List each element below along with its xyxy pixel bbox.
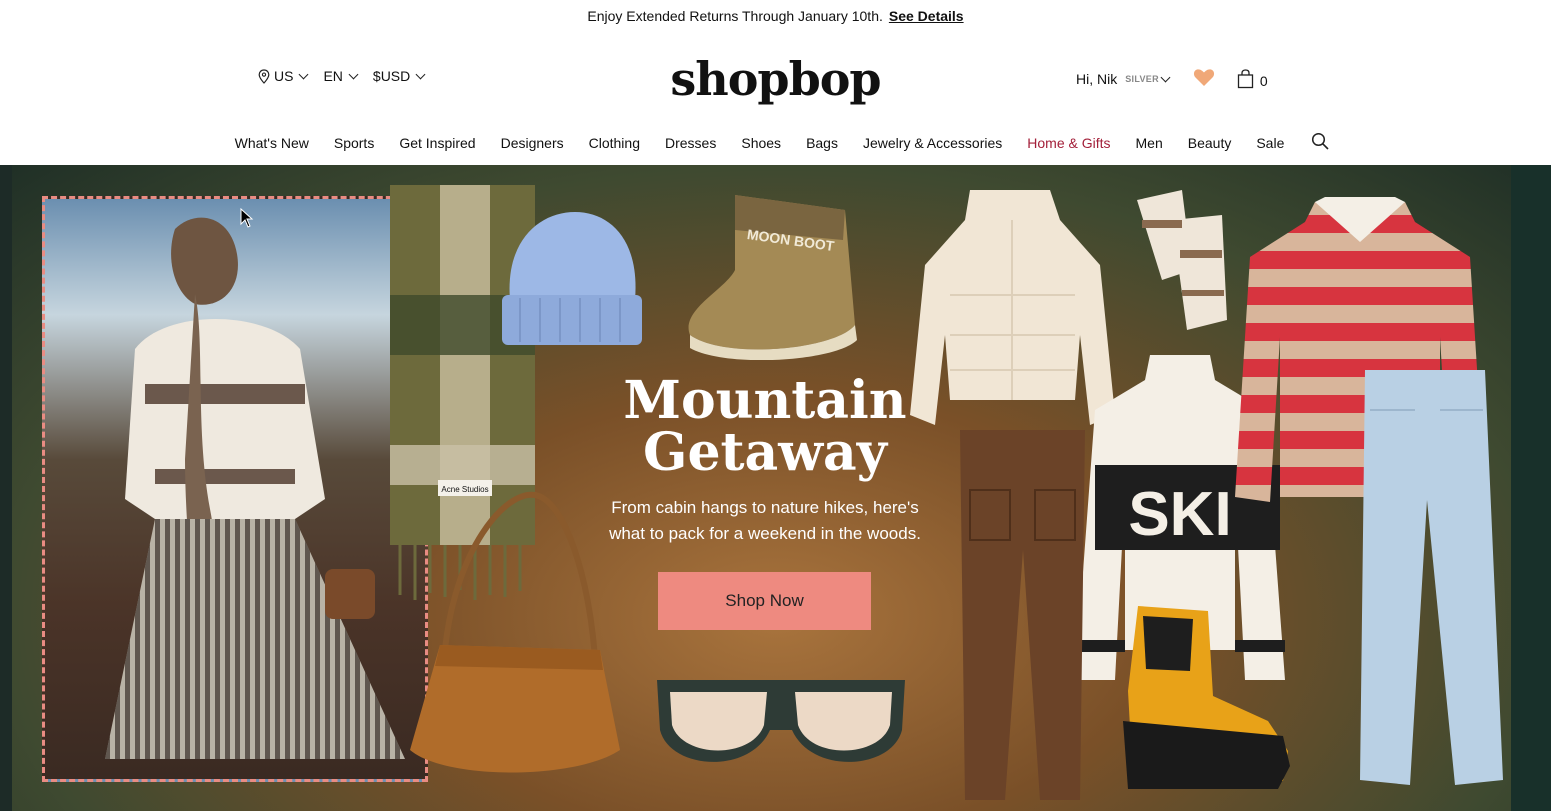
nav-dresses[interactable]: Dresses <box>665 135 716 151</box>
nav-clothing[interactable]: Clothing <box>589 135 640 151</box>
nav-sale[interactable]: Sale <box>1256 135 1284 151</box>
nav-sports[interactable]: Sports <box>334 135 374 151</box>
sweater-text: SKI <box>1128 480 1231 549</box>
nav-designers[interactable]: Designers <box>501 135 564 151</box>
hero-right-edge <box>1511 165 1551 811</box>
moon-boot: MOON BOOT <box>685 190 865 361</box>
main-nav: What's New Sports Get Inspired Designers… <box>0 132 1551 153</box>
favorites-heart-icon[interactable] <box>1193 68 1215 90</box>
sunglasses <box>652 670 910 780</box>
nav-men[interactable]: Men <box>1136 135 1163 151</box>
nav-whats-new[interactable]: What's New <box>235 135 309 151</box>
tier-badge: SILVER <box>1125 74 1159 84</box>
shopping-bag-icon <box>1237 69 1254 89</box>
promo-banner: Enjoy Extended Returns Through January 1… <box>0 0 1551 32</box>
suede-bag <box>405 490 625 775</box>
headline-line-2: Getaway <box>643 422 887 483</box>
light-jeans <box>1355 370 1505 790</box>
nav-get-inspired[interactable]: Get Inspired <box>399 135 475 151</box>
account-area: Hi, Nik SILVER 0 <box>1076 68 1268 90</box>
nav-home-gifts[interactable]: Home & Gifts <box>1027 135 1110 151</box>
nav-bags[interactable]: Bags <box>806 135 838 151</box>
account-greeting[interactable]: Hi, Nik <box>1076 71 1117 87</box>
hero-left-edge <box>0 165 12 811</box>
blue-beanie <box>500 210 645 350</box>
nav-jewelry-accessories[interactable]: Jewelry & Accessories <box>863 135 1002 151</box>
see-details-link[interactable]: See Details <box>889 8 964 24</box>
promo-text: Enjoy Extended Returns Through January 1… <box>587 8 883 24</box>
nav-beauty[interactable]: Beauty <box>1188 135 1232 151</box>
hero-headline: Mountain Getaway <box>560 375 970 479</box>
hero-banner[interactable]: Acne Studios MOON BOOT Mountain Getaway … <box>0 165 1551 811</box>
nav-shoes[interactable]: Shoes <box>741 135 781 151</box>
yellow-rain-boot <box>1118 601 1293 791</box>
shopbop-logo[interactable]: shopbop <box>0 52 1551 106</box>
shopping-bag-button[interactable]: 0 <box>1237 69 1268 89</box>
headline-line-1: Mountain <box>623 370 907 431</box>
search-icon[interactable] <box>1311 132 1329 153</box>
chevron-down-icon[interactable] <box>1160 72 1171 82</box>
cargo-pants <box>955 430 1090 810</box>
bag-count: 0 <box>1259 73 1268 89</box>
knit-mittens <box>1132 180 1232 335</box>
mouse-cursor-icon <box>240 208 254 228</box>
shop-now-button[interactable]: Shop Now <box>658 572 871 630</box>
model-photo <box>42 196 428 782</box>
